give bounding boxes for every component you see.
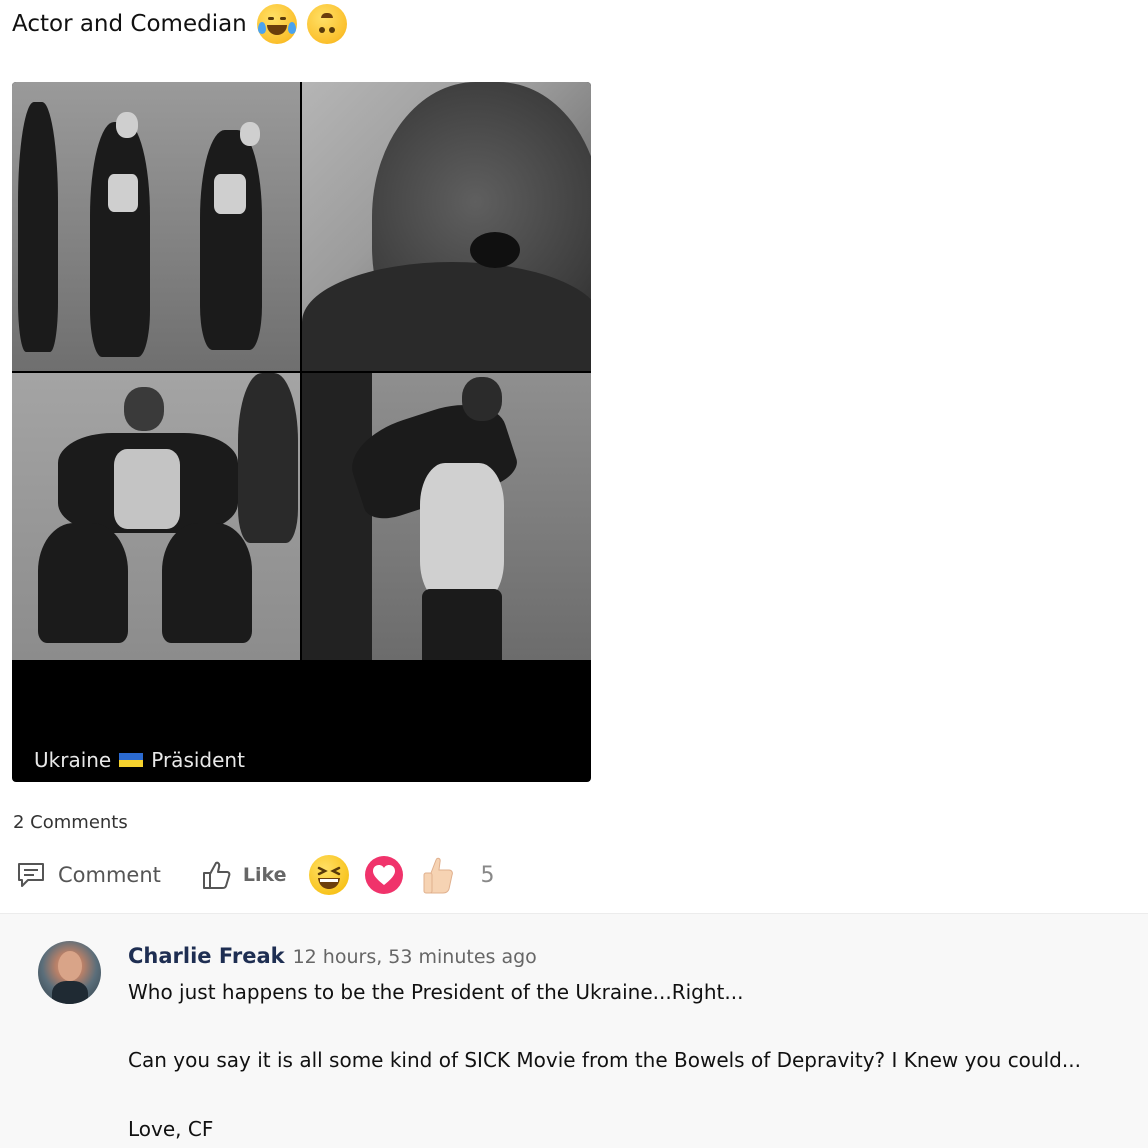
post-page: Actor and Comedian Ukraine Präsident 2 C… [0,0,1148,1148]
comment-header: Charlie Freak 12 hours, 53 minutes ago [128,944,537,968]
image-panel-face [302,82,591,371]
like-button[interactable]: Like [201,859,287,891]
ukraine-flag-icon [119,753,144,767]
comments-count[interactable]: 2 Comments [13,812,128,833]
grinning-squint-icon [308,855,349,895]
comment-text-line: Who just happens to be the President of … [128,980,744,1004]
avatar[interactable] [38,941,101,1004]
comment-text-line: Can you say it is all some kind of SICK … [128,1048,1081,1072]
laughing-tears-icon [256,4,297,44]
comment-label: Comment [58,863,161,887]
reaction-summary[interactable] [308,855,459,895]
image-caption: Ukraine Präsident [34,748,245,772]
post-title-row: Actor and Comedian [12,2,347,46]
comment-thread: Charlie Freak 12 hours, 53 minutes ago W… [0,913,1148,1148]
comment-author[interactable]: Charlie Freak [128,944,285,968]
comment-icon [18,863,44,887]
image-panel-lean [302,373,591,660]
comment-button[interactable]: Comment [16,861,161,889]
image-panel-crouch [12,373,300,660]
like-label: Like [242,864,287,886]
thumbs-up-icon [419,855,459,895]
reaction-count: 5 [480,862,495,888]
upside-down-face-icon [306,4,347,44]
heart-icon [364,856,403,894]
post-actions: Comment Like 5 [16,852,495,898]
thumbs-up-outline-icon [202,861,231,889]
post-title: Actor and Comedian [12,11,247,37]
comment-text-line: Love, CF [128,1117,214,1141]
image-panel-dancers [12,82,300,371]
post-image[interactable]: Ukraine Präsident [12,82,591,782]
comment-timestamp: 12 hours, 53 minutes ago [292,946,537,968]
